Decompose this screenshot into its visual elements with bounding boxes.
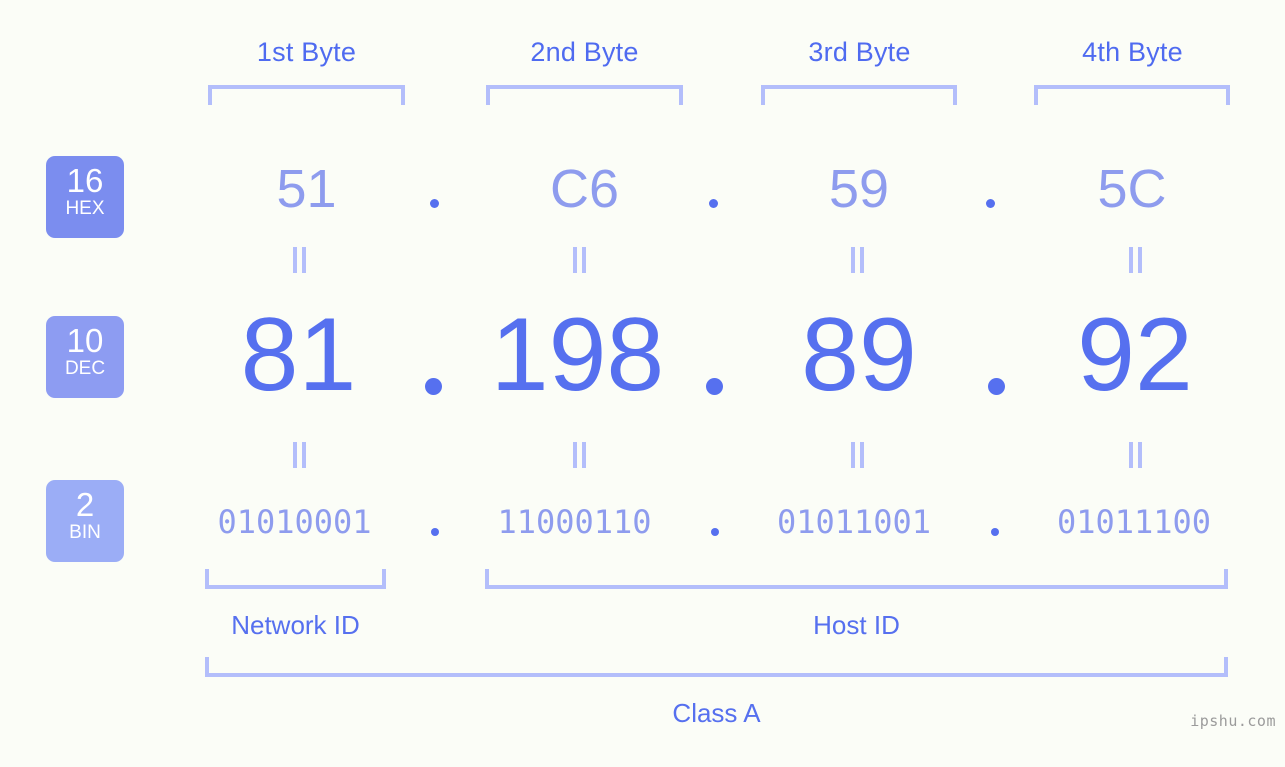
- hex-separator-dot-3: [986, 199, 995, 208]
- equals-mark-dec-bin-2: [573, 442, 587, 468]
- dec-octet-2: 198: [490, 297, 665, 413]
- radix-badge-hex[interactable]: 16 HEX: [46, 156, 124, 238]
- bin-octet-3: 01011001: [776, 503, 932, 541]
- bin-separator-dot-3: [991, 528, 999, 536]
- bin-separator-dot-2: [711, 528, 719, 536]
- radix-badge-dec[interactable]: 10 DEC: [46, 316, 124, 398]
- dec-octet-1: 81: [240, 297, 357, 413]
- radix-badge-dec-label: DEC: [64, 358, 106, 379]
- byte-bracket-3: [761, 85, 957, 105]
- dec-octet-4: 92: [1077, 297, 1193, 413]
- radix-badge-bin-number: 2: [75, 486, 95, 523]
- byte-header-2: 2nd Byte: [530, 37, 639, 67]
- equals-mark-hex-dec-1: [293, 247, 307, 273]
- host-id-bracket: [485, 569, 1228, 589]
- host-id-label: Host ID: [813, 610, 900, 640]
- dec-separator-dot-2: [706, 378, 723, 395]
- byte-header-3: 3rd Byte: [808, 37, 911, 67]
- class-label: Class A: [672, 698, 761, 728]
- bin-octet-2: 11000110: [497, 503, 652, 541]
- hex-octet-3: 59: [828, 159, 890, 219]
- equals-mark-hex-dec-3: [851, 247, 865, 273]
- radix-badge-dec-number: 10: [66, 322, 104, 359]
- equals-mark-hex-dec-4: [1129, 247, 1143, 273]
- equals-mark-dec-bin-3: [851, 442, 865, 468]
- class-bracket: [205, 657, 1228, 677]
- bin-octet-1: 01010001: [217, 503, 372, 541]
- byte-bracket-4: [1034, 85, 1230, 105]
- equals-mark-hex-dec-2: [573, 247, 587, 273]
- hex-separator-dot-2: [709, 199, 718, 208]
- byte-bracket-2: [486, 85, 683, 105]
- ip-address-breakdown-diagram: 1st Byte 2nd Byte 3rd Byte 4th Byte 16 H…: [0, 0, 1285, 767]
- radix-badge-hex-number: 16: [66, 162, 104, 199]
- byte-header-1: 1st Byte: [256, 37, 357, 67]
- hex-octet-1: 51: [276, 159, 337, 219]
- radix-badge-hex-label: HEX: [65, 198, 105, 219]
- bin-octet-4: 01011100: [1056, 503, 1212, 541]
- radix-badge-bin[interactable]: 2 BIN: [46, 480, 124, 562]
- hex-octet-2: C6: [549, 159, 620, 219]
- equals-mark-dec-bin-4: [1129, 442, 1143, 468]
- byte-header-4: 4th Byte: [1082, 37, 1183, 67]
- hex-separator-dot-1: [430, 199, 439, 208]
- network-id-label: Network ID: [231, 610, 360, 640]
- dec-separator-dot-3: [988, 378, 1005, 395]
- bin-separator-dot-1: [431, 528, 439, 536]
- equals-mark-dec-bin-1: [293, 442, 307, 468]
- dec-octet-3: 89: [801, 297, 917, 413]
- dec-separator-dot-1: [425, 378, 442, 395]
- network-id-bracket: [205, 569, 386, 589]
- site-watermark: ipshu.com: [1190, 712, 1276, 730]
- byte-bracket-1: [208, 85, 405, 105]
- hex-octet-4: 5C: [1097, 159, 1167, 219]
- radix-badge-bin-label: BIN: [69, 522, 101, 543]
